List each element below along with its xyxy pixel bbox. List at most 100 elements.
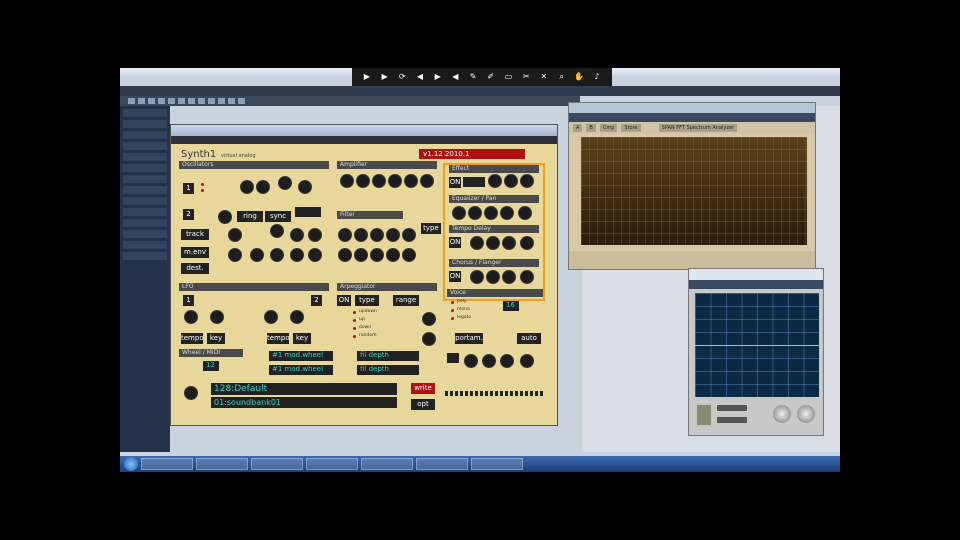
osc1-fm-knob[interactable] (257, 181, 269, 193)
zoom-icon[interactable]: ⌕ (557, 72, 567, 82)
tool-icon[interactable] (198, 98, 205, 104)
lfo2-tempo-button[interactable]: tempo (267, 333, 290, 344)
effect-on-button[interactable]: ON (449, 177, 461, 188)
taskbar-item[interactable] (361, 458, 413, 470)
inspector-row[interactable] (123, 252, 167, 260)
pitch-bend-range-display[interactable] (447, 353, 459, 363)
forward-icon[interactable]: ▶ (433, 72, 443, 82)
start-button[interactable] (124, 457, 138, 471)
tool-icon[interactable] (168, 98, 175, 104)
cycle-icon[interactable]: ⟳ (397, 72, 407, 82)
lfo2-key-button[interactable]: key (293, 333, 311, 344)
arp-type-led[interactable] (353, 311, 356, 314)
effect-ctrl1-knob[interactable] (489, 175, 501, 187)
amp-sustain-knob[interactable] (373, 175, 385, 187)
tool-icon[interactable] (128, 98, 135, 104)
taskbar-item[interactable] (196, 458, 248, 470)
effect-type-display[interactable] (463, 177, 485, 187)
osc1-button[interactable]: 1 (183, 183, 194, 194)
synth1-titlebar[interactable] (171, 125, 557, 136)
arp-type-option[interactable]: random (359, 333, 376, 338)
inspector-row[interactable] (123, 142, 167, 150)
unison-knob[interactable] (465, 355, 477, 367)
detune-knob[interactable] (483, 355, 495, 367)
chorus-on-button[interactable]: ON (449, 271, 461, 282)
voice-mode-led[interactable] (451, 317, 454, 320)
filter-velocity-knob[interactable] (403, 249, 415, 261)
amp-velocity-knob[interactable] (421, 175, 433, 187)
tool-icon[interactable] (208, 98, 215, 104)
osc-mix-knob[interactable] (279, 177, 291, 189)
oscilloscope-titlebar[interactable] (689, 269, 823, 280)
tool-icon[interactable] (188, 98, 195, 104)
brush-icon[interactable]: ✐ (486, 72, 496, 82)
voice-mode-led[interactable] (451, 309, 454, 312)
scope-selector[interactable] (717, 417, 747, 423)
chorus-level-knob[interactable] (521, 271, 533, 283)
amp-release-knob[interactable] (389, 175, 401, 187)
delay-spread-knob[interactable] (487, 237, 499, 249)
amp-gain-knob[interactable] (405, 175, 417, 187)
pb-range-display[interactable]: 12 (203, 361, 219, 371)
delay-on-button[interactable]: ON (449, 237, 461, 248)
eraser-icon[interactable]: ▭ (503, 72, 513, 82)
effect-ctrl2-knob[interactable] (505, 175, 517, 187)
sub-level-knob[interactable] (309, 229, 321, 241)
write-button[interactable]: write (411, 383, 435, 394)
voice-mode-option[interactable]: legato (457, 315, 471, 320)
eq-gain-knob[interactable] (485, 207, 497, 219)
tool-icon[interactable] (148, 98, 155, 104)
tool-icon[interactable] (138, 98, 145, 104)
tool-icon[interactable] (218, 98, 225, 104)
arp-type-led[interactable] (353, 327, 356, 330)
inspector-row[interactable] (123, 175, 167, 183)
inspector-row[interactable] (123, 219, 167, 227)
stop-icon[interactable]: ◀ (450, 72, 460, 82)
eq-tone-knob[interactable] (501, 207, 513, 219)
taskbar-item[interactable] (416, 458, 468, 470)
chorus-rate-knob[interactable] (503, 271, 515, 283)
osc2-button[interactable]: 2 (183, 209, 194, 220)
inspector-row[interactable] (123, 186, 167, 194)
filter-track-knob[interactable] (387, 249, 399, 261)
wheel-dest2-display[interactable]: fil depth (357, 365, 419, 375)
auto-button[interactable]: auto (517, 333, 541, 344)
lfo1-speed-knob[interactable] (185, 311, 197, 323)
inspector-row[interactable] (123, 230, 167, 238)
filter-freq-knob[interactable] (339, 249, 351, 261)
amp-attack-knob[interactable] (341, 175, 353, 187)
sub-knob[interactable] (271, 225, 283, 237)
sync-button[interactable]: sync (265, 211, 291, 222)
voice-mode-led[interactable] (451, 301, 454, 304)
arp-beat-knob[interactable] (423, 313, 435, 325)
wheel-ctrl2-display[interactable]: #1 mod.wheel (269, 365, 333, 375)
filter-sat-knob[interactable] (371, 249, 383, 261)
scope-time-knob[interactable] (773, 405, 791, 423)
arp-gate-knob[interactable] (423, 333, 435, 345)
delay-time-knob[interactable] (471, 237, 483, 249)
inspector-row[interactable] (123, 241, 167, 249)
bank-name-display[interactable]: 01:soundbank01 (211, 397, 397, 408)
inspector-row[interactable] (123, 164, 167, 172)
tool-icon[interactable] (238, 98, 245, 104)
voice-count-display[interactable]: 16 (503, 301, 519, 311)
osc1-det-knob[interactable] (241, 181, 253, 193)
tool-icon[interactable] (178, 98, 185, 104)
volume-knob[interactable] (185, 387, 197, 399)
spectrum-control[interactable]: A (573, 124, 583, 132)
menv-level-knob[interactable] (291, 249, 303, 261)
spectrum-control[interactable]: B (586, 124, 596, 132)
play-icon[interactable]: ▶ (380, 72, 390, 82)
effect-level-knob[interactable] (521, 175, 533, 187)
lfo2-speed-knob[interactable] (265, 311, 277, 323)
arp-type-button[interactable]: type (355, 295, 379, 306)
dest-button[interactable]: dest. (181, 263, 209, 274)
filter-type-button[interactable]: type (421, 223, 441, 234)
scope-selector[interactable] (717, 405, 747, 411)
play-icon[interactable]: ▶ (362, 72, 372, 82)
inspector-row[interactable] (123, 109, 167, 117)
delay-feedback-knob[interactable] (503, 237, 515, 249)
lfo1-amount-knob[interactable] (211, 311, 223, 323)
taskbar-item[interactable] (141, 458, 193, 470)
scope-fader[interactable] (697, 405, 711, 425)
